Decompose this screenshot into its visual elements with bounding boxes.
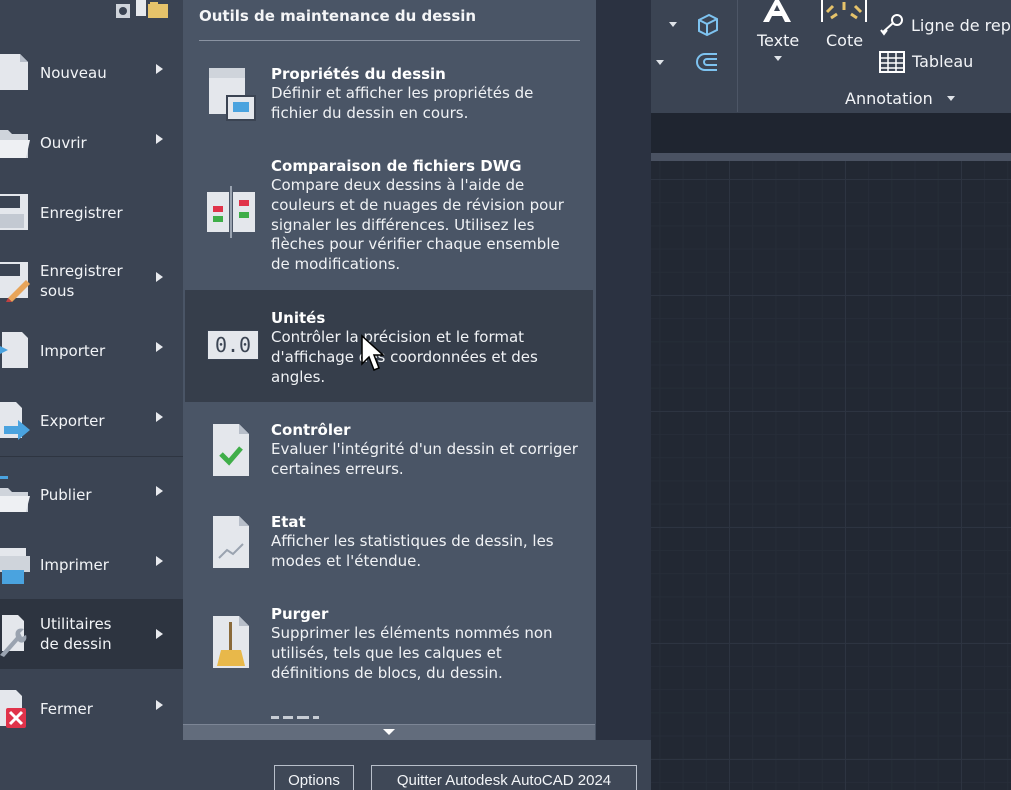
quit-autocad-button[interactable]: Quitter Autodesk AutoCAD 2024 [371,765,637,790]
dimension-icon[interactable] [819,0,869,24]
panel-item-description: Evaluer l'intégrité d'un dessin et corri… [271,440,578,478]
submenu-arrow-icon [156,486,163,496]
menu-item-utilitaires-de-dessin[interactable]: Utilitaires de dessin [0,599,183,669]
save-icon [0,194,28,230]
menu-item-label: Nouveau [40,64,107,82]
menu-item-label: Exporter [40,412,105,430]
new-document-icon [0,54,28,90]
file-tab-strip[interactable] [651,113,1011,153]
wrench-icon [0,615,27,657]
table-icon[interactable] [879,51,905,73]
panel-item-proprietes-du-dessin[interactable]: Propriétés du dessin Définir et afficher… [185,56,593,146]
clipped-next-item [271,716,319,719]
menu-item-imprimer[interactable]: Imprimer [0,532,183,598]
menu-item-label: Importer [40,342,106,360]
panel-item-title: Comparaison de fichiers DWG [271,157,522,175]
close-document-icon [0,690,26,728]
panel-item-description: Contrôler la précision et le format d'af… [271,328,538,386]
ribbon: Texte Cote Ligne de rep Tableau Annotati… [651,0,1011,113]
import-icon [0,332,28,368]
menu-item-enregistrer-sous[interactable]: Enregistrer sous [0,248,183,314]
panel-item-controler[interactable]: Contrôler Evaluer l'intégrité d'un dessi… [185,412,593,500]
leader-icon[interactable] [879,12,905,36]
panel-item-description: Compare deux dessins à l'aide de couleur… [271,176,564,274]
drawing-properties-icon [209,68,256,121]
submenu-arrow-icon [156,342,163,352]
panel-item-title: Unités [271,309,326,327]
panel-divider [199,40,580,41]
menu-item-publier[interactable]: Publier [0,462,183,528]
status-chart-icon [213,516,249,568]
submenu-arrow-icon [156,629,163,639]
panel-title: Outils de maintenance du dessin [199,7,477,25]
menu-item-label: Utilitaires de dessin [40,615,112,653]
panel-item-title: Purger [271,605,329,623]
drawing-utilities-panel: Outils de maintenance du dessin Propriét… [183,0,596,740]
menu-footer: Options Quitter Autodesk AutoCAD 2024 [183,740,651,790]
scroll-down-button[interactable] [183,724,595,740]
menu-item-label: Enregistrer [40,204,123,222]
menu-item-label: Fermer [40,700,93,718]
menu-item-label: Enregistrer sous [40,262,123,300]
dropdown-arrow-icon[interactable] [669,22,677,27]
dropdown-arrow-icon[interactable] [947,96,955,101]
3d-box-icon[interactable] [695,12,721,38]
ribbon-annotation-panel-label[interactable]: Annotation [845,89,933,108]
ribbon-tableau-label[interactable]: Tableau [912,52,973,71]
ribbon-ligne-de-rep-label[interactable]: Ligne de rep [911,16,1011,35]
ribbon-texte-label[interactable]: Texte [757,31,799,50]
purge-broom-icon [213,616,249,668]
panel-item-title: Propriétés du dessin [271,65,446,83]
publish-icon [0,476,30,512]
panel-item-description: Définir et afficher les propriétés de fi… [271,84,534,122]
menu-item-importer[interactable]: Importer [0,318,183,384]
panel-item-description: Afficher les statistiques de dessin, les… [271,532,554,570]
panel-item-title: Contrôler [271,421,351,439]
panel-item-description: Supprimer les éléments nommés non utilis… [271,624,553,682]
viewport-header [651,153,1011,161]
text-icon[interactable] [755,0,799,24]
ribbon-panel-divider [737,0,738,112]
menu-item-label: Publier [40,486,92,504]
print-icon [0,548,30,584]
panel-item-etat[interactable]: Etat Afficher les statistiques de dessin… [185,504,593,592]
dropdown-arrow-icon[interactable] [774,56,782,61]
menu-item-enregistrer[interactable]: Enregistrer [0,180,183,246]
offset-icon[interactable] [695,50,721,74]
options-button[interactable]: Options [274,765,354,790]
submenu-arrow-icon [156,64,163,74]
open-folder-icon [0,130,30,158]
menu-item-ouvrir[interactable]: Ouvrir [0,110,183,176]
export-icon [0,402,30,440]
menu-item-label: Ouvrir [40,134,87,152]
menu-item-nouveau[interactable]: Nouveau [0,40,183,106]
submenu-arrow-icon [156,412,163,422]
drawing-canvas[interactable] [651,161,1011,790]
scroll-down-arrow-icon [383,729,395,735]
submenu-arrow-icon [156,272,163,282]
dwg-compare-icon [207,186,255,238]
menu-item-exporter[interactable]: Exporter [0,388,183,454]
panel-item-unites[interactable]: 0.0 Unités Contrôler la précision et le … [185,290,593,402]
panel-item-comparaison-dwg[interactable]: Comparaison de fichiers DWG Compare deux… [185,148,593,286]
panel-item-title: Etat [271,513,306,531]
menu-item-label: Imprimer [40,556,109,574]
units-icon: 0.0 [207,330,259,360]
dropdown-arrow-icon[interactable] [656,60,664,65]
quick-access-icons[interactable] [112,0,172,20]
menu-item-fermer[interactable]: Fermer [0,676,183,742]
panel-item-purger[interactable]: Purger Supprimer les éléments nommés non… [185,596,593,704]
application-menu: Nouveau Ouvrir Enregistrer Enregistrer s… [0,0,183,790]
menu-divider [0,456,183,457]
submenu-arrow-icon [156,700,163,710]
submenu-arrow-icon [156,556,163,566]
audit-check-icon [213,424,249,476]
mouse-cursor-icon [361,334,384,371]
submenu-arrow-icon [156,134,163,144]
save-as-icon [0,262,30,302]
ribbon-cote-label[interactable]: Cote [826,31,863,50]
